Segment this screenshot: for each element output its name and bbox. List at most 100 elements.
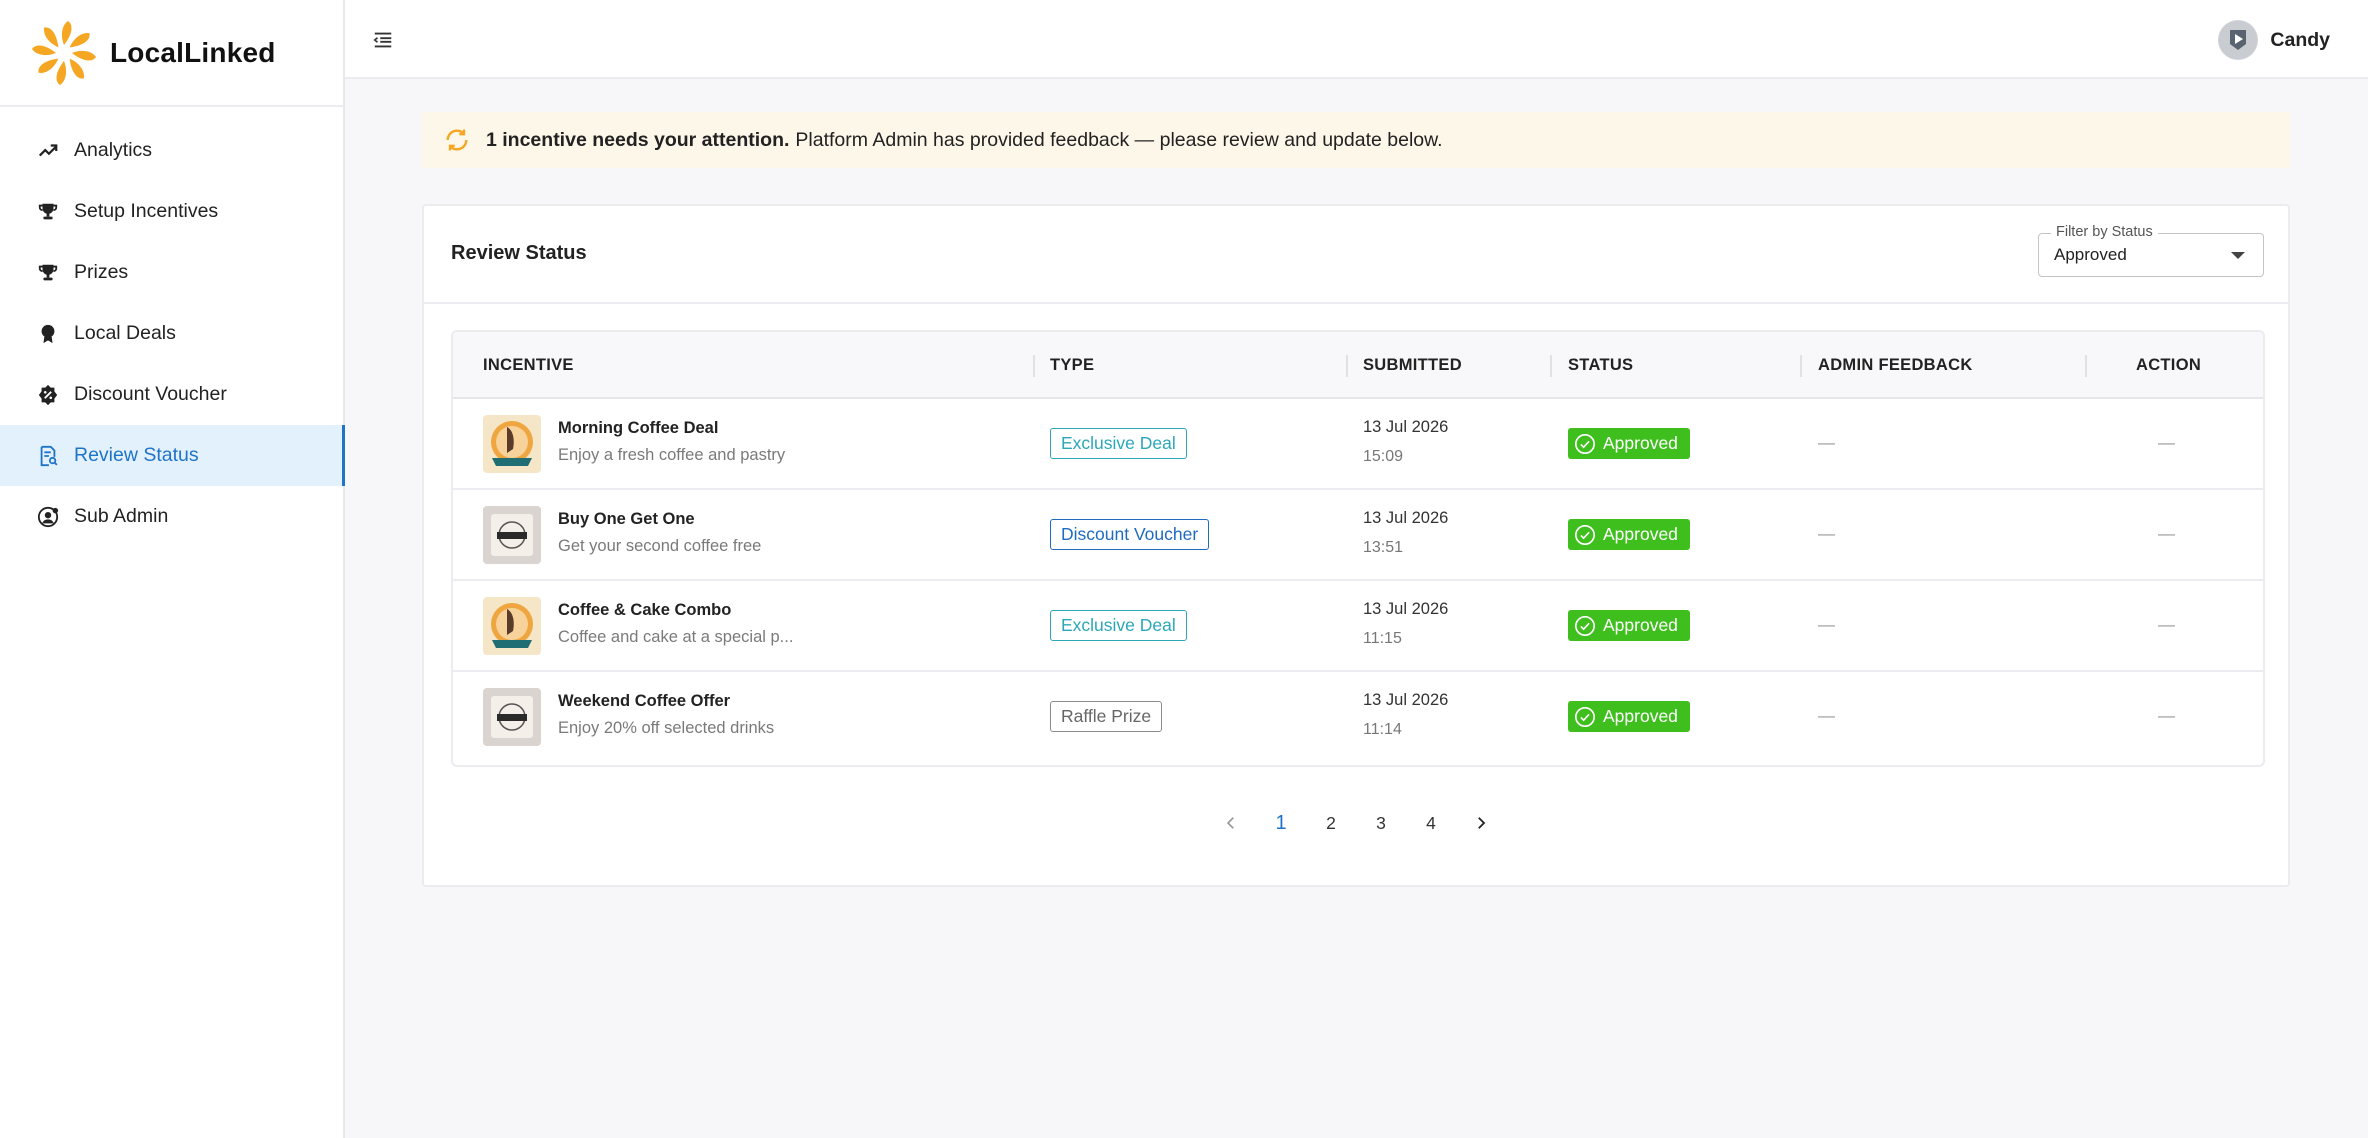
table-row[interactable]: Buy One Get One Get your second coffee f… xyxy=(453,490,2263,581)
review-document-icon xyxy=(36,444,60,468)
sidebar-item-prizes[interactable]: Prizes xyxy=(0,242,343,303)
menu-collapse-icon xyxy=(373,32,392,48)
admin-feedback-value: — xyxy=(1818,433,1835,452)
check-circle-icon xyxy=(1575,615,1595,636)
trophy-icon xyxy=(36,200,60,224)
review-table: INCENTIVE TYPE SUBMITTED STATUS ADMIN FE… xyxy=(451,330,2265,767)
sidebar-item-setup-incentives[interactable]: Setup Incentives xyxy=(0,181,343,242)
column-divider xyxy=(1800,355,1802,377)
sidebar-item-label: Local Deals xyxy=(74,322,176,344)
action-value: — xyxy=(2158,706,2175,725)
column-header-type: TYPE xyxy=(1050,356,1095,374)
check-circle-icon xyxy=(1575,706,1595,727)
incentive-thumbnail xyxy=(483,506,541,564)
sidebar-item-local-deals[interactable]: Local Deals xyxy=(0,303,343,364)
award-icon xyxy=(36,322,60,346)
column-divider xyxy=(1346,355,1348,377)
brand-logo-icon xyxy=(32,20,96,85)
table-row[interactable]: Weekend Coffee Offer Enjoy 20% off selec… xyxy=(453,672,2263,763)
status-badge: Approved xyxy=(1568,610,1690,641)
sidebar-nav: Analytics Setup Incentives Prizes Local … xyxy=(0,107,345,547)
sidebar-item-sub-admin[interactable]: Sub Admin xyxy=(0,486,343,547)
sidebar-item-discount-voucher[interactable]: Discount Voucher xyxy=(0,364,343,425)
submitted-date: 13 Jul 2026 xyxy=(1363,691,1449,709)
chevron-right-icon xyxy=(1478,817,1486,829)
sidebar-item-review-status[interactable]: Review Status xyxy=(0,425,345,486)
admin-feedback-value: — xyxy=(1818,524,1835,543)
status-label: Approved xyxy=(1603,433,1678,453)
user-gear-icon xyxy=(36,505,60,529)
trophy-icon xyxy=(36,261,60,285)
submitted-date: 13 Jul 2026 xyxy=(1363,418,1449,436)
page-title: Review Status xyxy=(451,242,587,264)
check-circle-icon xyxy=(1575,433,1595,454)
column-divider xyxy=(2085,355,2087,377)
submitted-date: 13 Jul 2026 xyxy=(1363,509,1449,527)
column-header-admin-feedback: ADMIN FEEDBACK xyxy=(1818,356,1973,374)
trending-up-icon xyxy=(36,139,60,163)
page-button-2[interactable]: 2 xyxy=(1306,813,1356,834)
column-divider xyxy=(1033,355,1035,377)
filter-value: Approved xyxy=(2054,245,2127,264)
incentive-name: Buy One Get One xyxy=(558,510,695,528)
avatar xyxy=(2218,20,2259,60)
alert-title: 1 incentive needs your attention. xyxy=(486,128,790,151)
column-header-status: STATUS xyxy=(1568,356,1634,374)
brand[interactable]: LocalLinked xyxy=(0,0,343,107)
incentive-thumbnail xyxy=(483,597,541,655)
action-value: — xyxy=(2158,524,2175,543)
admin-feedback-value: — xyxy=(1818,706,1835,725)
column-header-incentive: INCENTIVE xyxy=(483,356,574,374)
incentive-thumbnail xyxy=(483,415,541,473)
type-chip: Raffle Prize xyxy=(1050,701,1163,732)
table-row[interactable]: Coffee & Cake Combo Coffee and cake at a… xyxy=(453,581,2263,672)
filter-label: Filter by Status xyxy=(2051,224,2158,240)
page-button-1[interactable]: 1 xyxy=(1256,812,1306,835)
sidebar-item-label: Sub Admin xyxy=(74,505,169,527)
status-badge: Approved xyxy=(1568,428,1690,459)
user-avatar-icon xyxy=(2219,21,2258,59)
menu-collapse-button[interactable] xyxy=(369,26,397,54)
type-chip: Exclusive Deal xyxy=(1050,428,1187,459)
user-menu[interactable]: Candy xyxy=(2218,20,2330,60)
admin-feedback-value: — xyxy=(1818,615,1835,634)
incentive-name: Coffee & Cake Combo xyxy=(558,601,732,619)
incentive-name: Morning Coffee Deal xyxy=(558,419,719,437)
incentive-name: Weekend Coffee Offer xyxy=(558,692,731,710)
user-name: Candy xyxy=(2270,28,2330,51)
status-label: Approved xyxy=(1603,615,1678,635)
sidebar-item-label: Setup Incentives xyxy=(74,200,219,222)
alert-message: Platform Admin has provided feedback — p… xyxy=(795,128,1443,151)
previous-page-button[interactable] xyxy=(1206,814,1256,832)
review-status-card: Review Status Filter by Status Approved … xyxy=(422,204,2290,887)
type-chip: Exclusive Deal xyxy=(1050,610,1187,641)
status-badge: Approved xyxy=(1568,701,1690,732)
check-circle-icon xyxy=(1575,524,1595,545)
next-page-button[interactable] xyxy=(1456,814,1506,832)
refresh-icon xyxy=(442,125,472,155)
sidebar-item-label: Discount Voucher xyxy=(74,383,227,405)
submitted-date: 13 Jul 2026 xyxy=(1363,600,1449,618)
pagination: 1 2 3 4 xyxy=(424,803,2288,843)
table-header: INCENTIVE TYPE SUBMITTED STATUS ADMIN FE… xyxy=(453,332,2263,399)
sidebar-item-label: Review Status xyxy=(74,444,199,466)
submitted-time: 15:09 xyxy=(1363,448,1404,465)
topbar: Candy xyxy=(345,0,2368,79)
column-divider xyxy=(1550,355,1552,377)
sidebar-item-label: Analytics xyxy=(74,139,153,161)
status-filter-select[interactable]: Filter by Status Approved xyxy=(2038,224,2264,277)
discount-badge-icon xyxy=(36,383,60,407)
column-header-submitted: SUBMITTED xyxy=(1363,356,1462,374)
sidebar-item-analytics[interactable]: Analytics xyxy=(0,120,343,181)
status-badge: Approved xyxy=(1568,519,1690,550)
page-button-3[interactable]: 3 xyxy=(1356,813,1406,834)
action-value: — xyxy=(2158,433,2175,452)
sidebar: LocalLinked Analytics Setup Incentives P… xyxy=(0,0,345,1138)
card-header: Review Status Filter by Status Approved xyxy=(424,206,2288,304)
table-row[interactable]: Morning Coffee Deal Enjoy a fresh coffee… xyxy=(453,399,2263,490)
status-label: Approved xyxy=(1603,524,1678,544)
chevron-left-icon xyxy=(1226,817,1234,829)
brand-name: LocalLinked xyxy=(110,36,276,68)
column-header-action: ACTION xyxy=(2136,356,2202,374)
page-button-4[interactable]: 4 xyxy=(1406,813,1456,834)
